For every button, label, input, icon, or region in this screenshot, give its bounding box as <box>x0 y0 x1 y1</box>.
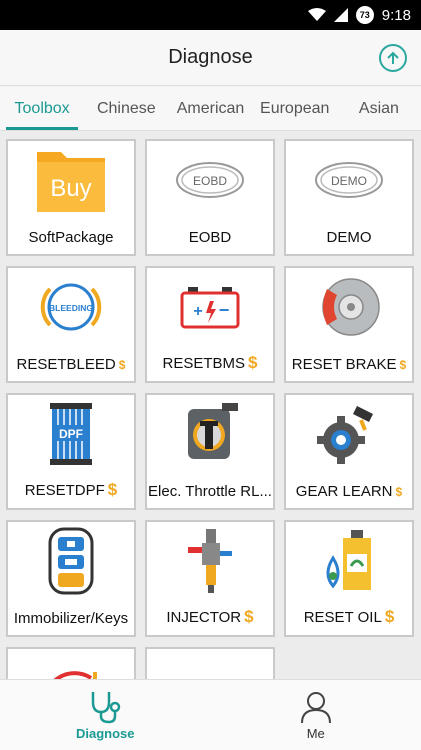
tile-label: GEAR LEARN <box>295 483 393 500</box>
status-bar: 73 9:18 <box>0 0 421 30</box>
tab-american[interactable]: American <box>168 87 252 130</box>
tile-label: RESETDPF <box>24 482 105 499</box>
tab-asian[interactable]: Asian <box>337 87 421 130</box>
dpf-filter-icon: DPF <box>8 395 134 473</box>
dpf-icon-text: DPF <box>59 427 83 441</box>
demo-badge-icon: DEMO <box>286 141 412 219</box>
tile-label: INJECTOR <box>166 609 242 626</box>
eobd-badge-text: EOBD <box>193 174 227 188</box>
battery-level-badge: 73 <box>355 6 374 24</box>
oil-bottle-icon <box>286 522 412 600</box>
svg-text:+: + <box>193 303 202 320</box>
partial-red-gauge-icon <box>8 649 134 679</box>
battery-icon: + − <box>147 268 273 346</box>
tile-reset-brake[interactable]: RESET BRAKE $ <box>284 266 414 383</box>
paid-badge: $ <box>248 353 258 372</box>
tile-label: RESET OIL <box>303 609 382 626</box>
tile-partial-2[interactable] <box>145 647 275 679</box>
tile-resetbleed[interactable]: BLEEDING RESETBLEED $ <box>6 266 136 383</box>
tile-resetbms[interactable]: + − RESETBMS $ <box>145 266 275 383</box>
tile-elec-throttle[interactable]: Elec. Throttle RL... <box>145 393 275 510</box>
tab-european[interactable]: European <box>253 87 337 130</box>
paid-badge: $ <box>244 607 254 626</box>
throttle-body-icon <box>147 395 273 473</box>
tile-label: Elec. Throttle RL... <box>148 483 272 500</box>
folder-buy-icon: Buy <box>8 141 134 219</box>
tile-injector[interactable]: INJECTOR $ <box>145 520 275 637</box>
user-icon <box>300 691 331 723</box>
brake-disc-icon <box>286 268 412 346</box>
bleeding-icon: BLEEDING <box>8 268 134 346</box>
upload-button[interactable] <box>379 44 407 72</box>
paid-badge: $ <box>384 607 395 626</box>
paid-badge: $ <box>107 480 118 499</box>
clock: 9:18 <box>381 6 411 24</box>
tile-label: SoftPackage <box>28 229 114 246</box>
tab-toolbox[interactable]: Toolbox <box>0 87 84 130</box>
signal-icon <box>333 8 348 22</box>
gear-learn-icon <box>286 395 412 473</box>
paid-badge: $ <box>399 358 407 372</box>
tab-chinese[interactable]: Chinese <box>84 87 168 130</box>
bleeding-icon-text: BLEEDING <box>49 303 93 313</box>
tile-eobd[interactable]: EOBD EOBD <box>145 139 275 256</box>
nav-label: Me <box>306 725 325 741</box>
tile-label: DEMO <box>326 229 372 246</box>
nav-label: Diagnose <box>75 725 135 741</box>
injector-icon <box>147 522 273 600</box>
app-header: Diagnose <box>0 30 421 86</box>
tile-resetdpf[interactable]: DPF RESETDPF $ <box>6 393 136 510</box>
tile-label: EOBD <box>188 229 232 246</box>
tile-label: RESETBMS <box>162 355 246 372</box>
paid-badge: $ <box>118 358 126 372</box>
svg-text:−: − <box>219 300 230 320</box>
toolbox-grid: Buy SoftPackage EOBD EOBD DEMO DEMO BLEE… <box>0 131 421 679</box>
bottom-nav: Diagnose Me <box>0 679 421 750</box>
stethoscope-icon <box>92 691 121 723</box>
region-tabs: Toolbox Chinese American European Asian <box>0 87 421 131</box>
wifi-icon <box>307 8 326 22</box>
arrow-up-circle-icon <box>387 51 399 64</box>
paid-badge: $ <box>395 485 403 499</box>
partial-yellow-ring-icon <box>147 649 273 679</box>
eobd-badge-icon: EOBD <box>147 141 273 219</box>
nav-me[interactable]: Me <box>211 680 421 750</box>
page-title: Diagnose <box>168 46 253 68</box>
tile-softpackage[interactable]: Buy SoftPackage <box>6 139 136 256</box>
tile-reset-oil[interactable]: RESET OIL $ <box>284 520 414 637</box>
nav-diagnose[interactable]: Diagnose <box>0 680 211 750</box>
tile-label: RESETBLEED <box>16 356 116 373</box>
tile-gear-learn[interactable]: GEAR LEARN $ <box>284 393 414 510</box>
folder-buy-text: Buy <box>50 175 91 202</box>
demo-badge-text: DEMO <box>331 174 367 188</box>
tile-demo[interactable]: DEMO DEMO <box>284 139 414 256</box>
tile-immobilizer-keys[interactable]: Immobilizer/Keys <box>6 520 136 637</box>
car-key-icon <box>8 522 134 600</box>
tile-partial-1[interactable] <box>6 647 136 679</box>
tile-label: RESET BRAKE <box>291 356 397 373</box>
tile-label: Immobilizer/Keys <box>13 610 129 627</box>
